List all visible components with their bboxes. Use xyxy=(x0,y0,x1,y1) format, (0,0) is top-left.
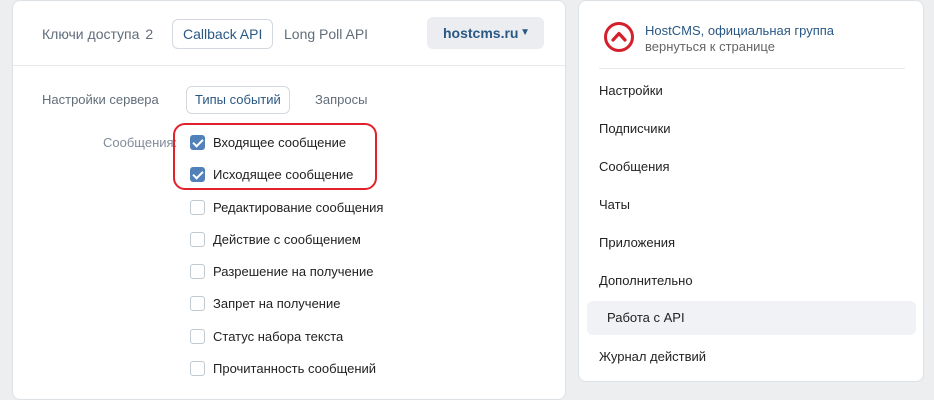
subtab-server-settings-label: Настройки сервера xyxy=(42,92,159,107)
checkbox-label: Исходящее сообщение xyxy=(213,167,354,182)
subtab-requests-label: Запросы xyxy=(315,92,368,107)
checkbox-label: Статус набора текста xyxy=(213,329,344,344)
checkbox-label: Входящее сообщение xyxy=(213,135,347,150)
checkbox-box[interactable] xyxy=(190,361,205,376)
server-select[interactable]: hostcms.ru ▼ xyxy=(427,17,544,49)
subtab-event-types-label: Типы событий xyxy=(195,92,281,107)
sidebar-item-chats[interactable]: Чаты xyxy=(599,195,630,215)
sidebar-item-additional[interactable]: Дополнительно xyxy=(599,271,693,291)
sidebar-divider xyxy=(599,68,905,69)
subtab-event-types[interactable]: Типы событий xyxy=(186,86,290,114)
sidebar-item-action-log[interactable]: Журнал действий xyxy=(599,347,706,367)
tab-access-keys-count: 2 xyxy=(145,26,154,42)
checkbox-box[interactable] xyxy=(190,135,205,150)
tab-access-keys[interactable]: Ключи доступа 2 xyxy=(42,19,153,49)
checkbox-box[interactable] xyxy=(190,264,205,279)
sidebar-item-settings[interactable]: Настройки xyxy=(599,81,663,101)
checkbox-box[interactable] xyxy=(190,200,205,215)
tab-long-poll-api-label: Long Poll API xyxy=(284,26,369,42)
sidebar-item-messages[interactable]: Сообщения xyxy=(599,157,670,177)
checkbox-label: Прочитанность сообщений xyxy=(213,361,377,376)
hostcms-logo-icon xyxy=(604,22,634,52)
group-sidebar: HostCMS, официальная группа вернуться к … xyxy=(578,0,924,382)
checkbox-label: Редактирование сообщения xyxy=(213,200,384,215)
sidebar-item-subscribers[interactable]: Подписчики xyxy=(599,119,671,139)
checkbox-box[interactable] xyxy=(190,232,205,247)
group-header[interactable]: HostCMS, официальная группа вернуться к … xyxy=(579,1,923,69)
tab-long-poll-api[interactable]: Long Poll API xyxy=(284,19,368,49)
checkbox-box[interactable] xyxy=(190,167,205,182)
subtab-server-settings[interactable]: Настройки сервера xyxy=(42,86,159,114)
checkbox-label: Действие с сообщением xyxy=(213,232,361,247)
sidebar-item-apps[interactable]: Приложения xyxy=(599,233,675,253)
server-select-value: hostcms.ru xyxy=(443,25,519,41)
checkbox-box[interactable] xyxy=(190,296,205,311)
subtab-requests[interactable]: Запросы xyxy=(315,86,367,114)
checkbox-label: Запрет на получение xyxy=(213,296,341,311)
group-name-link[interactable]: HostCMS, официальная группа xyxy=(645,23,834,38)
checkbox-box[interactable] xyxy=(190,329,205,344)
tab-callback-api-label: Callback API xyxy=(183,26,263,42)
tab-callback-api[interactable]: Callback API xyxy=(172,19,274,49)
chevron-down-icon: ▼ xyxy=(520,27,530,38)
api-settings-panel: Ключи доступа 2 Callback API Long Poll AP… xyxy=(12,0,566,400)
messages-section-label: Сообщения: xyxy=(103,135,178,150)
checkbox-label: Разрешение на получение xyxy=(213,264,374,279)
tab-access-keys-label: Ключи доступа xyxy=(42,26,140,42)
back-to-page-link[interactable]: вернуться к странице xyxy=(645,39,775,54)
api-tabs-bar: Ключи доступа 2 Callback API Long Poll AP… xyxy=(13,1,565,66)
sidebar-item-api[interactable]: Работа с API xyxy=(587,301,916,335)
